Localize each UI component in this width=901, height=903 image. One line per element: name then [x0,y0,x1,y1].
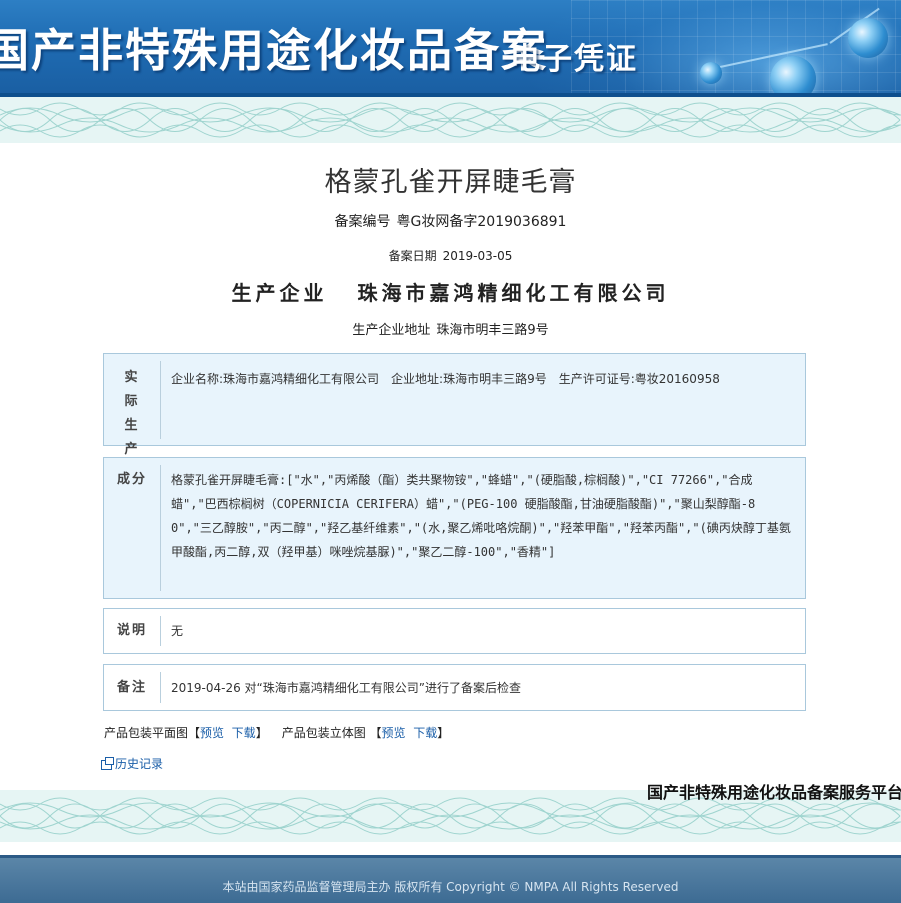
flat-image-close-bracket: 】 [255,726,268,740]
site-header: 国产非特殊用途化妆品备案 电子凭证 [0,0,901,93]
solid-image-preview-link[interactable]: 预览 [382,726,406,740]
note-value: 无 [171,624,184,638]
panel-divider [160,465,161,591]
manufacturer-address-value: 珠海市明丰三路9号 [436,323,549,338]
registration-date-value: 2019-03-05 [442,249,513,263]
solid-image-download-link[interactable]: 下载 [413,726,437,740]
remark-value: 2019-04-26 对“珠海市嘉鸿精细化工有限公司”进行了备案后检查 [171,681,521,695]
history-link[interactable]: 历史记录 [101,755,163,772]
footer-copyright: 本站由国家药品监督管理局主办 版权所有 Copyright © NMPA All… [222,880,679,894]
remark-label: 备注 [116,680,147,695]
header-molecule-sphere [848,18,888,58]
panel-divider [160,616,161,646]
product-name: 格蒙孔雀开屏睫毛膏 [324,167,577,198]
solid-image-label: 产品包装立体图 【 [281,726,382,740]
flat-image-preview-link[interactable]: 预览 [200,726,224,740]
platform-name: 国产非特殊用途化妆品备案服务平台 [646,783,901,802]
history-label[interactable]: 历史记录 [115,757,163,771]
manufacturer: 生产企业 珠海市嘉鸿精细化工有限公司 [0,277,901,306]
panel-divider [160,361,161,439]
ingredients-label: 成分 [116,472,147,487]
panel-divider [160,672,161,703]
site-footer: 本站由国家药品监督管理局主办 版权所有 Copyright © NMPA All… [0,855,901,903]
note-label: 说明 [116,623,147,638]
registration-date-label: 备案日期 [388,249,437,263]
actual-producer-panel: 实际生产企业 企业名称:珠海市嘉鸿精细化工有限公司 企业地址:珠海市明丰三路9号… [103,353,806,505]
history-icon [101,757,114,770]
actual-producer-value: 企业名称:珠海市嘉鸿精细化工有限公司 企业地址:珠海市明丰三路9号 生产许可证号… [171,372,720,386]
ingredients-value: 格蒙孔雀开屏睫毛膏:["水","丙烯酸（酯）类共聚物铵","蜂蜡","(硬脂酸,… [171,473,791,559]
manufacturer-value: 珠海市嘉鸿精细化工有限公司 [357,281,670,305]
header-title: 国产非特殊用途化妆品备案 [0,24,549,77]
solid-image-close-bracket: 】 [437,726,450,740]
guilloche-band-top [0,97,901,143]
header-subtitle: 电子凭证 [510,42,638,77]
header-molecule-sphere [700,62,722,84]
flat-image-download-link[interactable]: 下载 [232,726,256,740]
registration-number: 备案编号 粤G妆网备字2019036891 [0,211,901,231]
remark-panel: 备注 2019-04-26 对“珠海市嘉鸿精细化工有限公司”进行了备案后检查 [103,664,806,711]
registration-number-value: 粤G妆网备字2019036891 [396,214,567,230]
note-panel: 说明 无 [103,608,806,654]
flat-image-label: 产品包装平面图【 [104,726,201,740]
manufacturer-address-label: 生产企业地址 [352,323,431,338]
packaging-links: 产品包装平面图【预览 下载】 产品包装立体图 【预览 下载】 [104,724,449,741]
registration-date: 备案日期 2019-03-05 [0,247,901,264]
registration-number-label: 备案编号 [334,214,391,230]
manufacturer-address: 生产企业地址 珠海市明丰三路9号 [0,319,901,338]
manufacturer-label: 生产企业 [231,281,328,305]
ingredients-panel: 成分 格蒙孔雀开屏睫毛膏:["水","丙烯酸（酯）类共聚物铵","蜂蜡","(硬… [103,457,806,599]
